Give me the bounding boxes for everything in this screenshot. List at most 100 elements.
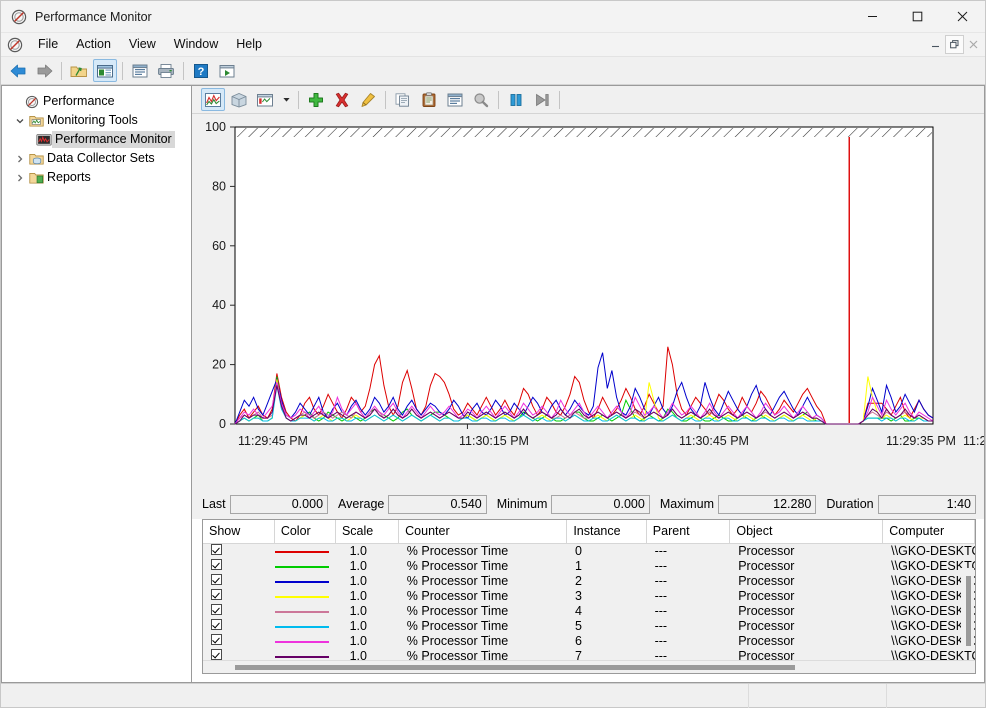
properties-button[interactable] xyxy=(128,59,152,82)
scale-cell: 1.0 xyxy=(336,559,399,574)
show-checkbox-cell[interactable] xyxy=(203,544,274,559)
copy-properties-button[interactable] xyxy=(391,88,415,111)
menu-item-help[interactable]: Help xyxy=(227,34,271,55)
table-row[interactable]: 1.0% Processor Time4---Processor\\GKO-DE… xyxy=(203,604,975,619)
y-axis-tick-label: 60 xyxy=(212,239,226,253)
update-data-button[interactable] xyxy=(530,88,554,111)
change-graph-type-button[interactable] xyxy=(253,88,277,111)
minimize-button[interactable] xyxy=(850,1,895,33)
chart-canvas[interactable]: 02040608010011:29:45 PM11:30:15 PM11:30:… xyxy=(192,114,984,489)
show-checkbox-cell[interactable] xyxy=(203,604,274,619)
print-button[interactable] xyxy=(154,59,178,82)
mdi-restore-button[interactable] xyxy=(945,35,964,54)
column-header-object[interactable]: Object xyxy=(730,520,883,544)
counter-cell: % Processor Time xyxy=(399,559,567,574)
y-axis-tick-label: 0 xyxy=(219,417,226,431)
tree-node-label: Performance Monitor xyxy=(52,131,175,148)
counter-list-horizontal-scrollbar[interactable] xyxy=(203,660,975,673)
series-color-swatch xyxy=(275,551,329,553)
properties-button[interactable] xyxy=(443,88,467,111)
forward-button[interactable] xyxy=(32,59,56,82)
show-checkbox[interactable] xyxy=(211,604,222,615)
toolbar-separator xyxy=(559,91,560,109)
table-row[interactable]: 1.0% Processor Time7---Processor\\GKO-DE… xyxy=(203,649,975,660)
new-window-button[interactable] xyxy=(215,59,239,82)
table-row[interactable]: 1.0% Processor Time5---Processor\\GKO-DE… xyxy=(203,619,975,634)
tree-node-monitoring-tools[interactable]: Monitoring Tools xyxy=(6,111,189,130)
counter-list[interactable]: Show Color Scale Counter Instance Parent… xyxy=(202,519,976,674)
show-checkbox-cell[interactable] xyxy=(203,634,274,649)
help-button[interactable]: ? xyxy=(189,59,213,82)
add-counter-button[interactable] xyxy=(304,88,328,111)
close-button[interactable] xyxy=(940,1,985,33)
show-checkbox[interactable] xyxy=(211,649,222,660)
tree-node-performance[interactable]: Performance xyxy=(6,92,189,111)
stat-value-minimum: 0.000 xyxy=(551,495,649,514)
menu-item-window[interactable]: Window xyxy=(165,34,227,55)
view-histogram-button[interactable] xyxy=(227,88,251,111)
color-swatch-cell xyxy=(274,574,335,589)
toolbar-separator xyxy=(498,91,499,109)
counter-list-vertical-scrollbar[interactable] xyxy=(961,568,974,646)
column-header-scale[interactable]: Scale xyxy=(335,520,398,544)
counter-header-table: Show Color Scale Counter Instance Parent… xyxy=(203,520,975,544)
back-button[interactable] xyxy=(6,59,30,82)
vertical-scrollbar-thumb[interactable] xyxy=(966,576,971,646)
view-line-graph-button[interactable] xyxy=(201,88,225,111)
y-axis-tick-label: 100 xyxy=(205,120,226,134)
show-hide-action-pane-button[interactable] xyxy=(93,59,117,82)
show-checkbox-cell[interactable] xyxy=(203,619,274,634)
show-checkbox-cell[interactable] xyxy=(203,649,274,660)
column-header-show[interactable]: Show xyxy=(203,520,274,544)
app-system-menu-icon[interactable] xyxy=(7,37,23,53)
column-header-counter[interactable]: Counter xyxy=(399,520,567,544)
highlight-button[interactable] xyxy=(356,88,380,111)
chevron-right-icon[interactable] xyxy=(12,151,28,167)
column-header-color[interactable]: Color xyxy=(274,520,335,544)
show-checkbox[interactable] xyxy=(211,619,222,630)
graph-type-dropdown[interactable] xyxy=(279,88,293,111)
console-tree-pane: Performance Monitoring Tools xyxy=(1,85,192,683)
horizontal-scrollbar-thumb[interactable] xyxy=(235,665,795,670)
table-row[interactable]: 1.0% Processor Time3---Processor\\GKO-DE… xyxy=(203,589,975,604)
scale-cell: 1.0 xyxy=(336,619,399,634)
performance-chart[interactable]: 02040608010011:29:45 PM11:30:15 PM11:30:… xyxy=(192,114,984,489)
paste-counter-list-button[interactable] xyxy=(417,88,441,111)
table-row[interactable]: 1.0% Processor Time0---Processor\\GKO-DE… xyxy=(203,544,975,559)
show-hide-console-tree-button[interactable] xyxy=(67,59,91,82)
table-row[interactable]: 1.0% Processor Time2---Processor\\GKO-DE… xyxy=(203,574,975,589)
show-checkbox-cell[interactable] xyxy=(203,574,274,589)
scale-cell: 1.0 xyxy=(336,574,399,589)
column-header-computer[interactable]: Computer xyxy=(883,520,975,544)
toolbar-separator xyxy=(385,91,386,109)
mdi-close-button[interactable] xyxy=(964,35,983,54)
menu-item-action[interactable]: Action xyxy=(67,34,120,55)
tree-node-reports[interactable]: Reports xyxy=(6,168,189,187)
show-checkbox[interactable] xyxy=(211,544,222,555)
tree-node-data-collector-sets[interactable]: Data Collector Sets xyxy=(6,149,189,168)
chevron-down-icon[interactable] xyxy=(12,113,28,129)
folder-monitoring-icon xyxy=(28,113,44,129)
table-row[interactable]: 1.0% Processor Time1---Processor\\GKO-DE… xyxy=(203,559,975,574)
column-header-parent[interactable]: Parent xyxy=(646,520,730,544)
column-header-instance[interactable]: Instance xyxy=(567,520,646,544)
menu-item-view[interactable]: View xyxy=(120,34,165,55)
show-checkbox[interactable] xyxy=(211,559,222,570)
show-checkbox[interactable] xyxy=(211,574,222,585)
table-row[interactable]: 1.0% Processor Time6---Processor\\GKO-DE… xyxy=(203,634,975,649)
show-checkbox-cell[interactable] xyxy=(203,559,274,574)
show-checkbox[interactable] xyxy=(211,589,222,600)
delete-counter-button[interactable] xyxy=(330,88,354,111)
freeze-display-button[interactable] xyxy=(504,88,528,111)
show-checkbox-cell[interactable] xyxy=(203,589,274,604)
maximize-button[interactable] xyxy=(895,1,940,33)
zoom-button[interactable] xyxy=(469,88,493,111)
chevron-right-icon[interactable] xyxy=(12,170,28,186)
menu-item-file[interactable]: File xyxy=(29,34,67,55)
show-checkbox[interactable] xyxy=(211,634,222,645)
instance-cell: 0 xyxy=(567,544,647,559)
object-cell: Processor xyxy=(730,649,883,660)
tree-node-performance-monitor[interactable]: Performance Monitor xyxy=(6,130,189,149)
series-color-swatch xyxy=(275,641,329,643)
mdi-minimize-button[interactable] xyxy=(926,35,945,54)
